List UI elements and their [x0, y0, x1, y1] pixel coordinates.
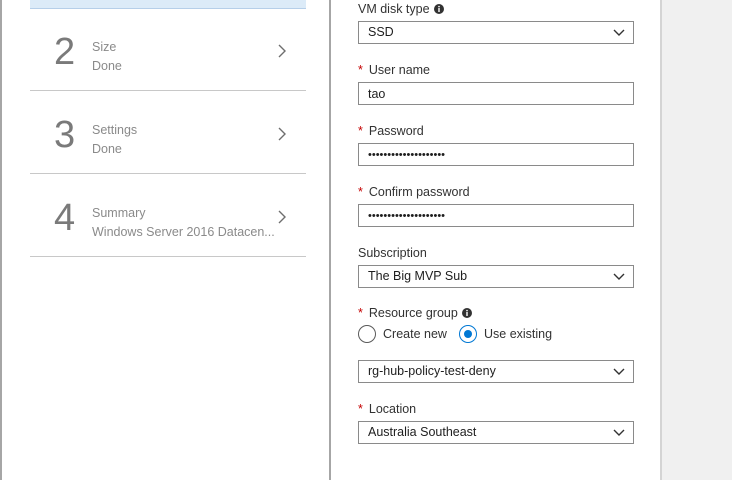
settings-form-panel: VM disk type SSD * User name * Password * C… [331, 0, 662, 480]
required-marker: * [358, 124, 363, 138]
confirm-password-label-text: Confirm password [368, 185, 470, 199]
create-new-radio[interactable] [358, 325, 376, 343]
subscription-value: The Big MVP Sub [368, 269, 468, 283]
location-value: Australia Southeast [368, 425, 477, 439]
portal-background [662, 0, 732, 480]
disk-type-label: VM disk type [358, 2, 444, 16]
required-marker: * [358, 63, 363, 77]
step-number: 2 [54, 31, 76, 73]
step-title: Summary [92, 206, 146, 220]
user-name-label: * User name [358, 63, 430, 77]
resource-group-value: rg-hub-policy-test-deny [368, 364, 496, 378]
user-name-input[interactable] [358, 82, 634, 105]
required-marker: * [358, 306, 363, 320]
radio-selected-dot [464, 330, 472, 338]
subscription-label: Subscription [358, 246, 427, 260]
step-status: Windows Server 2016 Datacen... [92, 225, 275, 239]
location-select[interactable]: Australia Southeast [358, 421, 634, 444]
info-icon[interactable] [433, 4, 444, 14]
confirm-password-label: * Confirm password [358, 185, 470, 199]
step-title: Settings [92, 123, 138, 137]
use-existing-radio[interactable] [459, 325, 477, 343]
chevron-right-icon [278, 210, 286, 224]
chevron-right-icon [278, 44, 286, 58]
create-new-label[interactable]: Create new [383, 327, 447, 341]
chevron-down-icon [613, 29, 625, 36]
password-label: * Password [358, 124, 424, 138]
location-label-text: Location [368, 402, 417, 416]
resource-group-label-text: Resource group [368, 306, 458, 320]
subscription-select[interactable]: The Big MVP Sub [358, 265, 634, 288]
password-input[interactable] [358, 143, 634, 166]
step-number: 4 [54, 197, 76, 239]
step-size[interactable]: 2 Size Done [30, 9, 306, 91]
step-status: Done [92, 142, 122, 156]
chevron-right-icon [278, 127, 286, 141]
chevron-down-icon [613, 429, 625, 436]
confirm-password-input[interactable] [358, 204, 634, 227]
step-status: Done [92, 59, 122, 73]
disk-type-value: SSD [368, 25, 394, 39]
info-icon[interactable] [461, 308, 472, 318]
resource-group-select[interactable]: rg-hub-policy-test-deny [358, 360, 634, 383]
active-step-highlight [30, 0, 306, 9]
chevron-down-icon [613, 368, 625, 375]
use-existing-label[interactable]: Use existing [484, 327, 552, 341]
password-label-text: Password [368, 124, 424, 138]
step-title: Size [92, 40, 117, 54]
required-marker: * [358, 185, 363, 199]
required-marker: * [358, 402, 363, 416]
location-label: * Location [358, 402, 416, 416]
step-settings[interactable]: 3 Settings Done [30, 92, 306, 174]
subscription-label-text: Subscription [358, 246, 427, 260]
disk-type-select[interactable]: SSD [358, 21, 634, 44]
step-summary[interactable]: 4 Summary Windows Server 2016 Datacen... [30, 175, 306, 257]
user-name-label-text: User name [368, 63, 431, 77]
step-number: 3 [54, 114, 76, 156]
chevron-down-icon [613, 273, 625, 280]
resource-group-label: * Resource group [358, 306, 472, 320]
disk-type-label-text: VM disk type [358, 2, 430, 16]
wizard-steps-panel: 2 Size Done 3 Settings Done 4 Summary Wi… [0, 0, 331, 480]
